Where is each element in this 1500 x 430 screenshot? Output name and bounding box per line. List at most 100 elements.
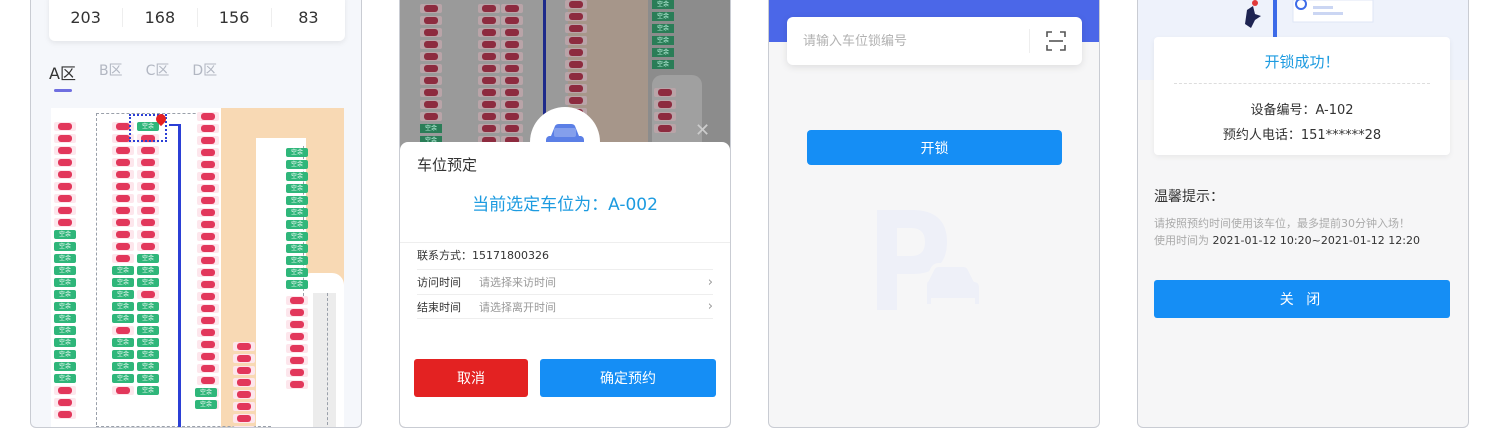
parking-spot-free[interactable]: 空余 xyxy=(137,386,159,395)
parking-spot-occupied[interactable] xyxy=(137,290,159,299)
parking-spot-occupied[interactable] xyxy=(197,340,219,349)
parking-spot-occupied[interactable] xyxy=(233,342,255,351)
parking-map[interactable]: 空余 空余 空余 空余 空余 空余 空余 空余 空余 空余 空余 空余 空余 空余 空余 空余 空余 空余 空余空… xyxy=(51,108,344,427)
parking-spot-occupied[interactable] xyxy=(501,76,523,85)
parking-spot-occupied[interactable] xyxy=(197,112,219,121)
parking-spot-occupied[interactable] xyxy=(501,112,523,121)
parking-spot-free[interactable]: 空余 xyxy=(112,290,134,299)
parking-spot-occupied[interactable] xyxy=(197,316,219,325)
scan-icon[interactable] xyxy=(1046,31,1066,51)
parking-spot-occupied[interactable] xyxy=(54,206,76,215)
parking-spot-free[interactable]: 空余 xyxy=(286,256,308,265)
parking-spot-occupied[interactable] xyxy=(286,320,308,329)
parking-spot-free[interactable]: 空余 xyxy=(286,244,308,253)
parking-spot-free[interactable]: 空余 xyxy=(112,266,134,275)
parking-spot-occupied[interactable] xyxy=(654,100,676,109)
parking-spot-free[interactable]: 空余 xyxy=(54,314,76,323)
parking-spot-free[interactable]: 空余 xyxy=(652,0,674,9)
parking-spot-occupied[interactable] xyxy=(197,352,219,361)
unlock-button[interactable]: 开锁 xyxy=(807,130,1062,165)
parking-spot-occupied[interactable] xyxy=(112,194,134,203)
parking-spot-occupied[interactable] xyxy=(54,410,76,419)
cancel-button[interactable]: 取消 xyxy=(414,359,528,397)
parking-spot-occupied[interactable] xyxy=(654,112,676,121)
parking-spot-occupied[interactable] xyxy=(54,158,76,167)
parking-spot-free[interactable]: 空余 xyxy=(137,314,159,323)
parking-spot-occupied[interactable] xyxy=(286,368,308,377)
parking-spot-occupied[interactable] xyxy=(197,256,219,265)
parking-spot-occupied[interactable] xyxy=(112,206,134,215)
parking-spot-occupied[interactable] xyxy=(137,206,159,215)
parking-spot-occupied[interactable] xyxy=(197,208,219,217)
parking-spot-occupied[interactable] xyxy=(286,344,308,353)
parking-spot-free[interactable]: 空余 xyxy=(54,266,76,275)
parking-spot-occupied[interactable] xyxy=(233,402,255,411)
parking-spot-free[interactable]: 空余 xyxy=(286,196,308,205)
parking-spot-occupied[interactable] xyxy=(137,242,159,251)
parking-spot-occupied[interactable] xyxy=(197,280,219,289)
parking-spot-free[interactable]: 空余 xyxy=(286,220,308,229)
parking-spot-occupied[interactable] xyxy=(112,230,134,239)
parking-spot-free[interactable]: 空余 xyxy=(137,254,159,263)
parking-spot-occupied[interactable] xyxy=(565,0,587,9)
parking-spot-occupied[interactable] xyxy=(233,378,255,387)
parking-spot-free[interactable]: 空余 xyxy=(137,326,159,335)
parking-spot-occupied[interactable] xyxy=(112,218,134,227)
parking-spot-occupied[interactable] xyxy=(197,304,219,313)
parking-spot-occupied[interactable] xyxy=(112,182,134,191)
parking-spot-free[interactable]: 空余 xyxy=(112,362,134,371)
parking-spot-occupied[interactable] xyxy=(54,398,76,407)
parking-spot-occupied[interactable] xyxy=(286,356,308,365)
parking-spot-free[interactable]: 空余 xyxy=(137,266,159,275)
parking-spot-occupied[interactable] xyxy=(420,16,442,25)
parking-spot-occupied[interactable] xyxy=(565,12,587,21)
parking-spot-occupied[interactable] xyxy=(420,112,442,121)
parking-spot-free[interactable]: 空余 xyxy=(54,338,76,347)
parking-spot-occupied[interactable] xyxy=(54,146,76,155)
parking-spot-occupied[interactable] xyxy=(197,136,219,145)
parking-spot-occupied[interactable] xyxy=(565,96,587,105)
parking-spot-occupied[interactable] xyxy=(420,88,442,97)
parking-spot-occupied[interactable] xyxy=(286,296,308,305)
parking-spot-occupied[interactable] xyxy=(565,72,587,81)
parking-spot-free[interactable]: 空余 xyxy=(54,278,76,287)
parking-spot-free[interactable]: 空余 xyxy=(112,278,134,287)
parking-spot-free[interactable]: 空余 xyxy=(112,302,134,311)
tab-zone-b[interactable]: B区 xyxy=(99,60,123,84)
parking-spot-free[interactable]: 空余 xyxy=(286,148,308,157)
parking-spot-occupied[interactable] xyxy=(420,76,442,85)
parking-spot-occupied[interactable] xyxy=(233,426,255,427)
parking-spot-occupied[interactable] xyxy=(137,194,159,203)
parking-spot-occupied[interactable] xyxy=(197,172,219,181)
parking-spot-occupied[interactable] xyxy=(197,328,219,337)
parking-spot-occupied[interactable] xyxy=(112,254,134,263)
parking-spot-free[interactable]: 空余 xyxy=(137,338,159,347)
parking-spot-occupied[interactable] xyxy=(478,88,500,97)
parking-spot-occupied[interactable] xyxy=(501,100,523,109)
parking-spot-free[interactable]: 空余 xyxy=(195,388,217,397)
parking-spot-occupied[interactable] xyxy=(197,148,219,157)
parking-spot-occupied[interactable] xyxy=(197,220,219,229)
parking-spot-free[interactable]: 空余 xyxy=(286,280,308,289)
parking-spot-occupied[interactable] xyxy=(501,40,523,49)
parking-spot-occupied[interactable] xyxy=(54,182,76,191)
parking-spot-occupied[interactable] xyxy=(233,414,255,423)
parking-spot-free[interactable]: 空余 xyxy=(286,208,308,217)
parking-spot-free[interactable]: 空余 xyxy=(286,268,308,277)
parking-spot-free[interactable]: 空余 xyxy=(137,278,159,287)
parking-spot-occupied[interactable] xyxy=(286,332,308,341)
parking-spot-free[interactable]: 空余 xyxy=(112,314,134,323)
confirm-booking-button[interactable]: 确定预约 xyxy=(540,359,716,397)
parking-spot-free[interactable]: 空余 xyxy=(54,302,76,311)
lock-code-input[interactable] xyxy=(803,33,1013,49)
parking-spot-free[interactable]: 空余 xyxy=(137,362,159,371)
parking-spot-occupied[interactable] xyxy=(137,182,159,191)
parking-spot-occupied[interactable] xyxy=(565,60,587,69)
parking-spot-occupied[interactable] xyxy=(478,64,500,73)
parking-spot-occupied[interactable] xyxy=(478,124,500,133)
parking-spot-free[interactable]: 空余 xyxy=(195,400,217,409)
parking-spot-free[interactable]: 空余 xyxy=(286,232,308,241)
parking-spot-occupied[interactable] xyxy=(420,52,442,61)
parking-spot-occupied[interactable] xyxy=(54,134,76,143)
parking-spot-occupied[interactable] xyxy=(654,124,676,133)
